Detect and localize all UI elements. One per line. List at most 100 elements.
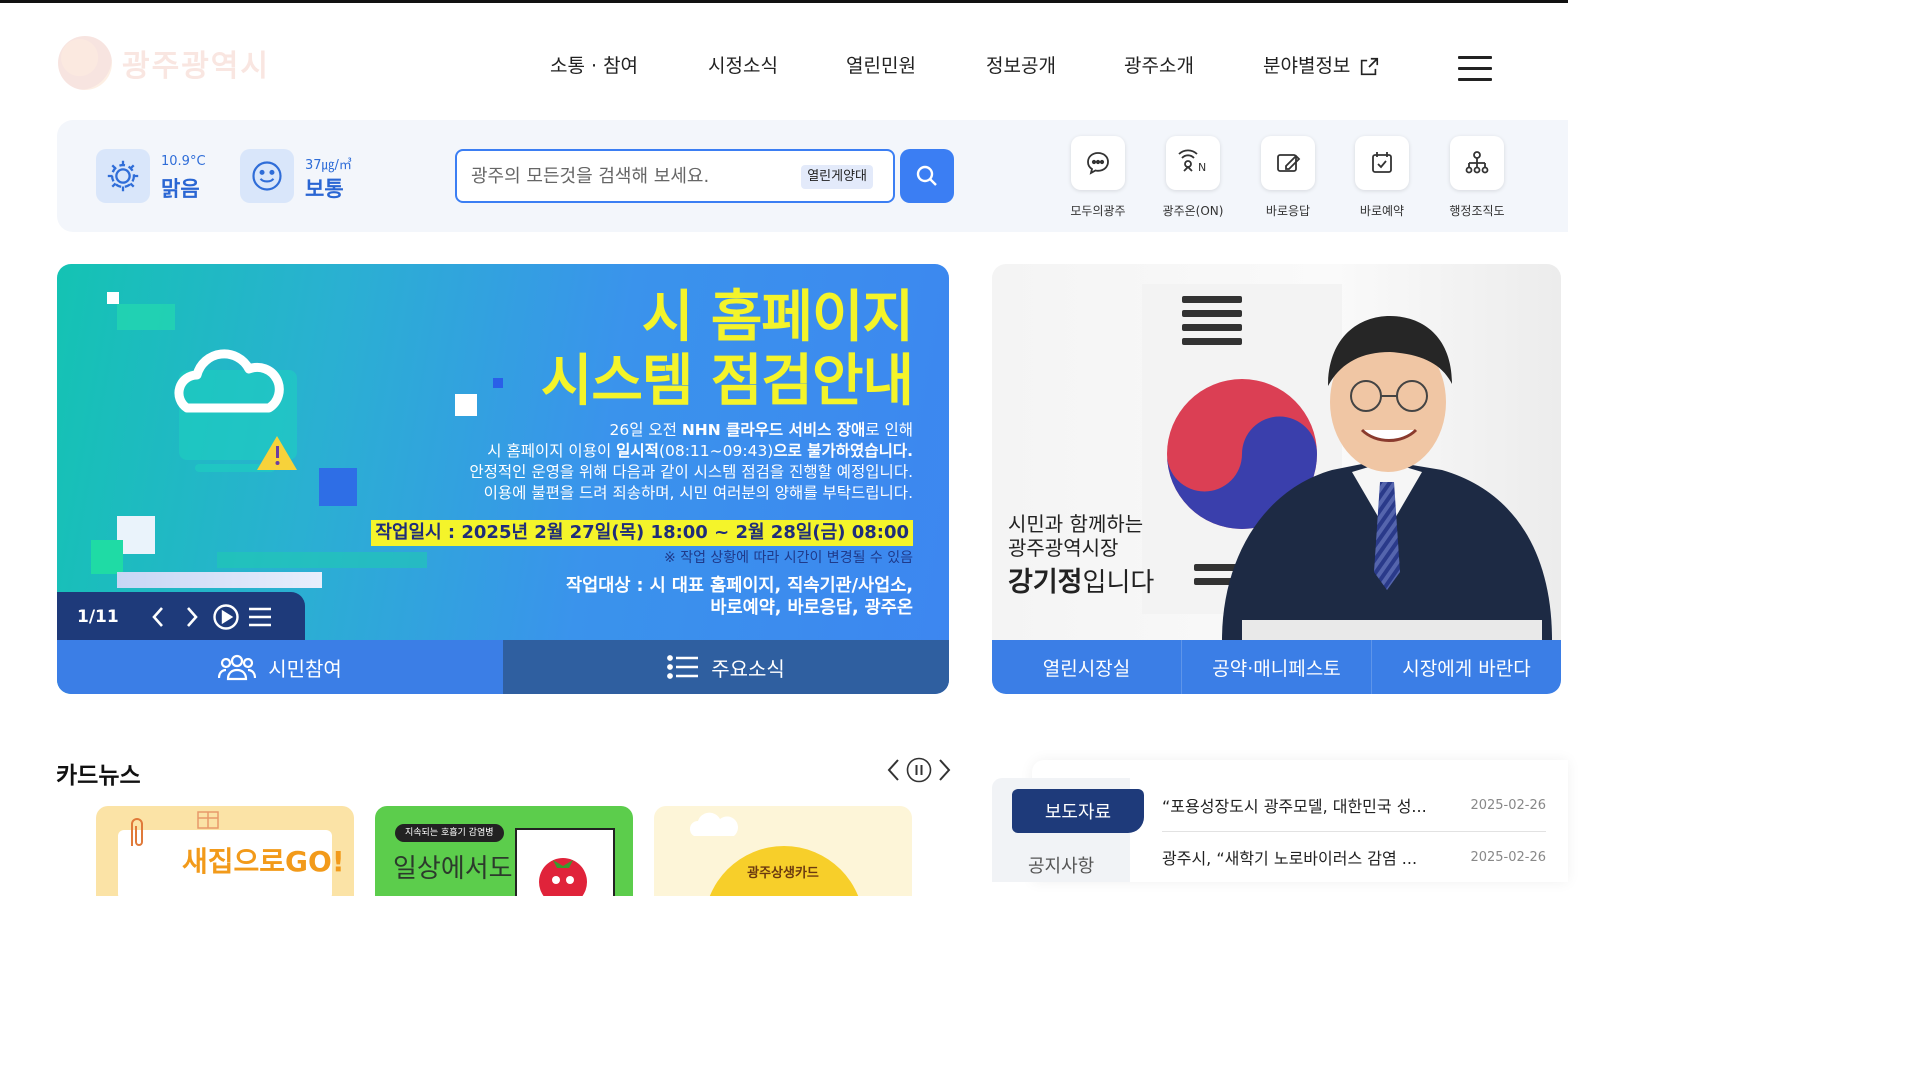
card-news-item[interactable]: 새집으로GO!	[96, 806, 354, 896]
search-button[interactable]	[900, 149, 954, 203]
tab-citizen-participation[interactable]: 시민참여	[57, 640, 503, 694]
air-quality-value: 37㎍/㎥	[305, 158, 352, 173]
banner-text: 26일 오전	[609, 421, 682, 439]
chevron-right-icon	[186, 607, 198, 627]
pause-circle-icon	[906, 757, 932, 783]
nav-item-field-info[interactable]: 분야별정보	[1263, 48, 1380, 84]
nav-item-info-disclosure[interactable]: 정보공개	[986, 48, 1056, 84]
notice-banner[interactable]: 시 홈페이지 시스템 점검안내 26일 오전 NHN 클라우드 서비스 장애로 …	[57, 264, 949, 694]
press-list-item[interactable]: “포용성장도시 광주모델, 대한민국 성... 2025-02-26	[1162, 791, 1546, 819]
external-link-icon	[1361, 57, 1379, 75]
quick-link-label: 행정조직도	[1449, 204, 1505, 218]
list-icon	[248, 607, 271, 627]
svg-text:N: N	[1198, 161, 1206, 174]
weather-icon-box	[96, 149, 150, 203]
logo-text: 광주광역시	[122, 49, 270, 84]
quick-link-org-chart[interactable]: 행정조직도	[1437, 136, 1517, 219]
smile-icon	[252, 161, 282, 191]
divider	[1162, 831, 1546, 832]
people-icon	[218, 654, 257, 681]
quick-link-gwangju-on[interactable]: N 광주온(ON)	[1153, 136, 1233, 219]
nav-item-communication[interactable]: 소통 · 참여	[550, 48, 638, 84]
banner-text: 로 인해	[865, 421, 913, 439]
next-slide-button[interactable]	[175, 600, 209, 634]
mayor-photo	[1222, 316, 1552, 640]
mayor-greeting-line2: 광주광역시장	[1008, 536, 1119, 560]
utility-bar: 10.9°C 맑음 37㎍/㎥ 보통 열린게양대 모두의광주 N 광주온(ON)…	[57, 120, 1568, 232]
card-news-item[interactable]: 광주상생카드	[654, 806, 912, 896]
banner-target-line1: 작업대상 : 시 대표 홈페이지, 직속기관/사업소,	[566, 576, 913, 596]
weather-condition: 맑음	[161, 177, 200, 201]
nav-item-civil-service[interactable]: 열린민원	[846, 48, 916, 84]
banner-work-date: 작업일시 : 2025년 2월 27일(목) 18:00 ~ 2월 28일(금)…	[371, 520, 913, 546]
quick-link-label: 광주온(ON)	[1162, 204, 1224, 218]
slide-counter: 1/11	[77, 607, 119, 627]
banner-text: (08:11~09:43)	[658, 442, 774, 460]
search-keyword-tag[interactable]: 열린게양대	[801, 165, 873, 189]
tab-request-to-mayor[interactable]: 시장에게 바란다	[1372, 640, 1561, 694]
sun-icon	[107, 160, 139, 192]
quick-link-label: 바로응답	[1265, 204, 1311, 218]
chevron-left-icon	[151, 607, 163, 627]
deco-square	[91, 540, 123, 574]
deco-square	[107, 292, 119, 304]
press-list-item[interactable]: 광주시, “새학기 노로바이러스 감염 ... 2025-02-26	[1162, 843, 1546, 871]
air-quality-icon-box	[240, 149, 294, 203]
edit-note-icon	[1261, 136, 1315, 190]
slide-list-button[interactable]	[243, 600, 277, 634]
quick-link-label: 바로예약	[1359, 204, 1405, 218]
banner-tabs: 시민참여 주요소식	[57, 640, 949, 694]
deco-bar	[117, 572, 322, 588]
card-caption: 광주상생카드	[747, 866, 819, 881]
mayor-name-strong: 강기정	[1008, 567, 1083, 598]
mayor-greeting: 시민과 함께하는 광주광역시장	[1008, 512, 1143, 560]
quick-link-modu-gwangju[interactable]: 모두의광주	[1058, 136, 1138, 219]
cloud-warning-icon	[174, 349, 297, 472]
banner-text-line2: 시 홈페이지 이용이 일시적(08:11~09:43)으로 불가하였습니다.	[487, 441, 913, 462]
card-news-pause-button[interactable]	[906, 756, 932, 784]
tab-pledge-manifesto[interactable]: 공약·매니페스토	[1182, 640, 1372, 694]
card-news-prev-button[interactable]	[884, 756, 904, 784]
top-border	[0, 0, 1568, 3]
nav-item-about-gwangju[interactable]: 광주소개	[1124, 48, 1194, 84]
banner-text-strong: 일시적	[616, 442, 659, 460]
card-caption: 새집으로GO!	[182, 845, 345, 878]
quick-link-baro-reservation[interactable]: 바로예약	[1342, 136, 1422, 219]
tab-label: 주요소식	[711, 656, 785, 681]
air-quality-status: 보통	[305, 177, 344, 201]
play-button[interactable]	[209, 600, 243, 634]
press-item-date: 2025-02-26	[1470, 797, 1546, 813]
tab-notice[interactable]: 공지사항	[1028, 852, 1094, 878]
broadcast-on-icon: N	[1166, 136, 1220, 190]
chevron-right-icon	[939, 759, 951, 781]
play-circle-icon	[213, 604, 239, 630]
deco-square	[117, 304, 175, 330]
site-logo[interactable]: 광주광역시	[58, 36, 270, 90]
quick-link-baro-response[interactable]: 바로응답	[1248, 136, 1328, 219]
press-item-date: 2025-02-26	[1470, 849, 1546, 865]
mayor-name-suffix: 입니다	[1082, 568, 1155, 598]
banner-text-strong: 으로 불가하였습니다.	[773, 442, 913, 460]
tab-label: 시민참여	[268, 656, 342, 681]
chevron-left-icon	[887, 759, 899, 781]
press-item-title: “포용성장도시 광주모델, 대한민국 성...	[1162, 797, 1427, 816]
logo-emblem-icon	[58, 36, 112, 90]
banner-controls: 1/11	[57, 592, 305, 642]
banner-text: 시 홈페이지 이용이	[487, 442, 617, 460]
search-input[interactable]	[471, 163, 771, 189]
cloud-decoration-icon	[689, 812, 739, 836]
mayor-tabs: 열린시장실 공약·매니페스토 시장에게 바란다	[992, 640, 1561, 694]
banner-title-line2: 시스템 점검안내	[540, 349, 914, 414]
nav-item-city-news[interactable]: 시정소식	[708, 48, 778, 84]
menu-hamburger-icon[interactable]	[1458, 56, 1492, 86]
mayor-panel[interactable]: 시민과 함께하는 광주광역시장 강기정입니다 열린시장실 공약·매니페스토 시장…	[992, 264, 1561, 694]
card-news-item[interactable]: 지속되는 호흡기 감염병 일상에서도	[375, 806, 633, 896]
tab-open-mayor-office[interactable]: 열린시장실	[992, 640, 1182, 694]
prev-slide-button[interactable]	[141, 600, 175, 634]
tab-major-news[interactable]: 주요소식	[503, 640, 949, 694]
search-box: 열린게양대	[455, 149, 895, 203]
card-news-next-button[interactable]	[934, 756, 954, 784]
tab-press-release[interactable]: 보도자료	[1012, 789, 1144, 833]
banner-note: ※ 작업 상황에 따라 시간이 변경될 수 있음	[664, 550, 913, 566]
deco-bar	[217, 552, 427, 568]
